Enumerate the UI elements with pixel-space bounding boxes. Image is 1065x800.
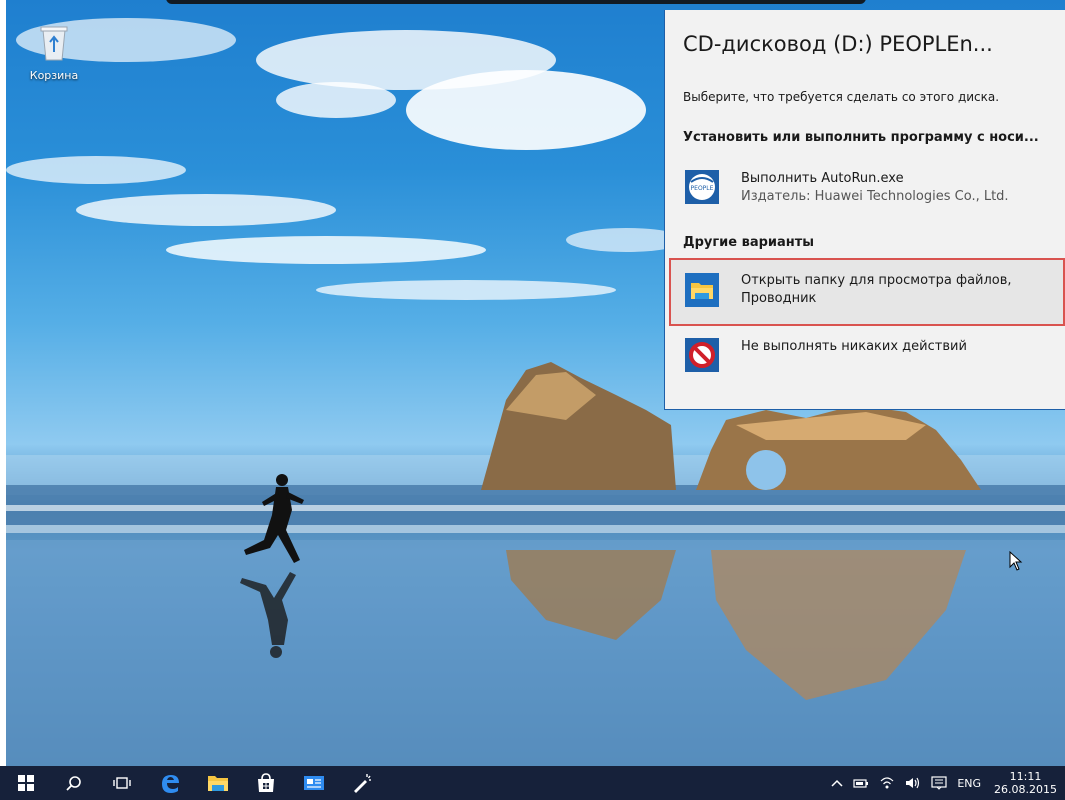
chevron-up-icon — [831, 779, 843, 787]
show-hidden-icons-button[interactable] — [826, 766, 848, 800]
pen-icon — [354, 774, 371, 793]
edge-button[interactable] — [150, 766, 190, 800]
system-tray: ENG 11:11 26.08.2015 — [826, 766, 1065, 800]
file-explorer-button[interactable] — [198, 766, 238, 800]
cropped-heading-strip — [6, 0, 1065, 6]
option-run-autorun[interactable]: PEOPLE Выполнить AutoRun.exe Издатель: H… — [669, 162, 1065, 216]
cropped-heading-bar — [166, 0, 866, 4]
mouse-pointer-icon — [1009, 551, 1023, 571]
speaker-icon — [906, 777, 920, 789]
start-button[interactable] — [6, 766, 46, 800]
clock-date: 26.08.2015 — [994, 783, 1057, 796]
option-open-folder-label: Открыть папку для просмотра файлов, — [741, 273, 1012, 288]
section-install-heading: Установить или выполнить программу с нос… — [683, 130, 1039, 145]
recycle-bin-label: Корзина — [29, 69, 79, 82]
clock-button[interactable]: 11:11 26.08.2015 — [986, 766, 1065, 800]
wifi-icon — [880, 777, 894, 789]
screen: Корзина CD-дисковод (D:) PEOPLEn... Выбе… — [0, 0, 1065, 800]
search-icon — [66, 776, 81, 791]
section-other-heading: Другие варианты — [683, 235, 815, 250]
file-explorer-folder-icon — [685, 273, 719, 307]
autoplay-title: CD-дисковод (D:) PEOPLEn... — [683, 32, 993, 56]
search-button[interactable] — [54, 766, 94, 800]
folder-icon — [208, 776, 228, 791]
store-icon — [258, 773, 274, 792]
peoplenet-app-icon: PEOPLE — [685, 170, 719, 204]
input-language-button[interactable]: ENG — [952, 766, 986, 800]
option-take-no-action-text: Не выполнять никаких действий — [741, 338, 967, 356]
task-view-button[interactable] — [102, 766, 142, 800]
autoplay-prompt: Выберите, что требуется сделать со этого… — [683, 90, 1000, 104]
option-take-no-action[interactable]: Не выполнять никаких действий — [669, 330, 1065, 380]
mail-button[interactable] — [294, 766, 334, 800]
option-open-folder[interactable]: Открыть папку для просмотра файлов, Пров… — [669, 258, 1065, 571]
recycle-bin-icon — [40, 26, 68, 61]
option-open-folder-app: Проводник — [741, 291, 817, 306]
option-run-autorun-label: Выполнить AutoRun.exe — [741, 171, 904, 186]
option-run-autorun-text: Выполнить AutoRun.exe Издатель: Huawei T… — [741, 170, 1009, 206]
app-button[interactable] — [342, 766, 382, 800]
battery-plug-icon — [853, 779, 869, 788]
recycle-bin-shortcut[interactable]: Корзина — [26, 22, 82, 82]
action-center-button[interactable] — [926, 766, 952, 800]
option-run-autorun-publisher: Издатель: Huawei Technologies Co., Ltd. — [741, 189, 1009, 204]
clock-time: 11:11 — [1009, 770, 1042, 783]
power-tray-button[interactable] — [848, 766, 874, 800]
notifications-icon — [931, 776, 947, 790]
volume-tray-button[interactable] — [900, 766, 926, 800]
no-action-icon — [685, 338, 719, 372]
autoplay-panel: CD-дисковод (D:) PEOPLEn... Выберите, чт… — [664, 10, 1065, 571]
peoplenet-logo-text: PEOPLE — [691, 185, 714, 192]
task-view-icon — [113, 777, 131, 789]
edge-icon — [162, 775, 179, 793]
windows-logo-icon — [18, 775, 34, 791]
taskbar: ENG 11:11 26.08.2015 — [0, 766, 1065, 800]
mail-icon — [304, 776, 324, 790]
network-tray-button[interactable] — [874, 766, 900, 800]
store-button[interactable] — [246, 766, 286, 800]
option-open-folder-text: Открыть папку для просмотра файлов, Пров… — [741, 272, 1012, 308]
option-take-no-action-label: Не выполнять никаких действий — [741, 339, 967, 354]
